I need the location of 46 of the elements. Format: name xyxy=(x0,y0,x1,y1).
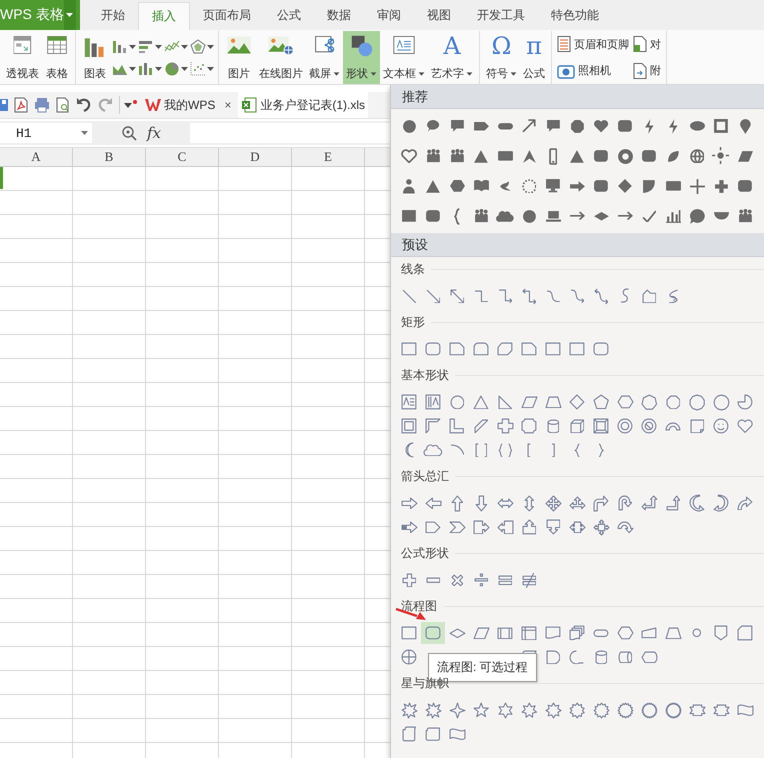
section-header: 推荐 xyxy=(402,88,428,106)
ribbon-button[interactable]: 图片 xyxy=(222,31,256,84)
group-title: 基本形状 xyxy=(401,367,449,384)
group-title: 矩形 xyxy=(401,314,425,331)
section-header: 预设 xyxy=(402,236,428,254)
ribbon-tab[interactable]: 页面布局 xyxy=(190,0,264,30)
ribbon-button[interactable]: 在线图片 xyxy=(256,31,306,84)
column-header[interactable]: B xyxy=(73,148,146,166)
close-tab-button[interactable]: × xyxy=(224,98,232,112)
ribbon-button[interactable]: 图表 xyxy=(79,31,111,84)
column-header[interactable]: A xyxy=(0,148,73,166)
name-box[interactable]: H1 xyxy=(0,123,92,143)
ribbon-tab[interactable]: 审阅 xyxy=(364,0,414,30)
ribbon-button[interactable]: 文本框 xyxy=(380,31,428,84)
ribbon-tab[interactable]: 公式 xyxy=(264,0,314,30)
equation-glyph: π xyxy=(526,33,542,59)
ribbon-button[interactable]: 形状 xyxy=(343,31,380,84)
symbol-glyph: Ω xyxy=(492,33,512,59)
wordart-glyph: A xyxy=(443,33,461,59)
ribbon-button[interactable]: 附 xyxy=(632,62,662,80)
column-header[interactable]: E xyxy=(292,148,365,166)
ribbon-button[interactable]: Ω 符号 xyxy=(483,31,520,84)
function-button[interactable]: fx xyxy=(146,124,161,142)
group-title: 线条 xyxy=(401,261,425,278)
ribbon-button[interactable]: 表格 xyxy=(42,31,72,84)
ribbon-tab[interactable]: 视图 xyxy=(414,0,464,30)
ribbon-button[interactable]: 截屏 xyxy=(306,31,343,84)
file-tab-label: 业务户登记表(1).xls xyxy=(260,96,366,114)
ribbon-button[interactable]: 对 xyxy=(632,35,662,54)
ribbon-tab[interactable]: 插入 xyxy=(138,2,190,30)
ribbon-button[interactable]: 页眉和页脚 xyxy=(556,35,630,54)
file-tab[interactable]: 我的WPS × xyxy=(142,92,234,118)
column-header[interactable]: D xyxy=(219,148,292,166)
ribbon-button[interactable]: A 艺术字 xyxy=(428,31,476,84)
column-header[interactable]: C xyxy=(146,148,219,166)
file-tab[interactable]: 业务户登记表(1).xls xyxy=(238,92,368,118)
ribbon-tab[interactable]: 开发工具 xyxy=(464,0,538,30)
group-title: 公式形状 xyxy=(401,545,449,562)
group-title: 箭头总汇 xyxy=(401,468,449,485)
ribbon-button[interactable]: 透视表 xyxy=(3,31,42,84)
ribbon-tab[interactable]: 开始 xyxy=(88,0,138,30)
ribbon-tab[interactable]: 特色功能 xyxy=(538,0,612,30)
ribbon-tab[interactable]: 数据 xyxy=(314,0,364,30)
ribbon-button[interactable]: π 公式 xyxy=(520,31,548,84)
file-tab-label: 我的WPS xyxy=(164,96,216,114)
ribbon-button[interactable]: 照相机 xyxy=(556,62,630,80)
